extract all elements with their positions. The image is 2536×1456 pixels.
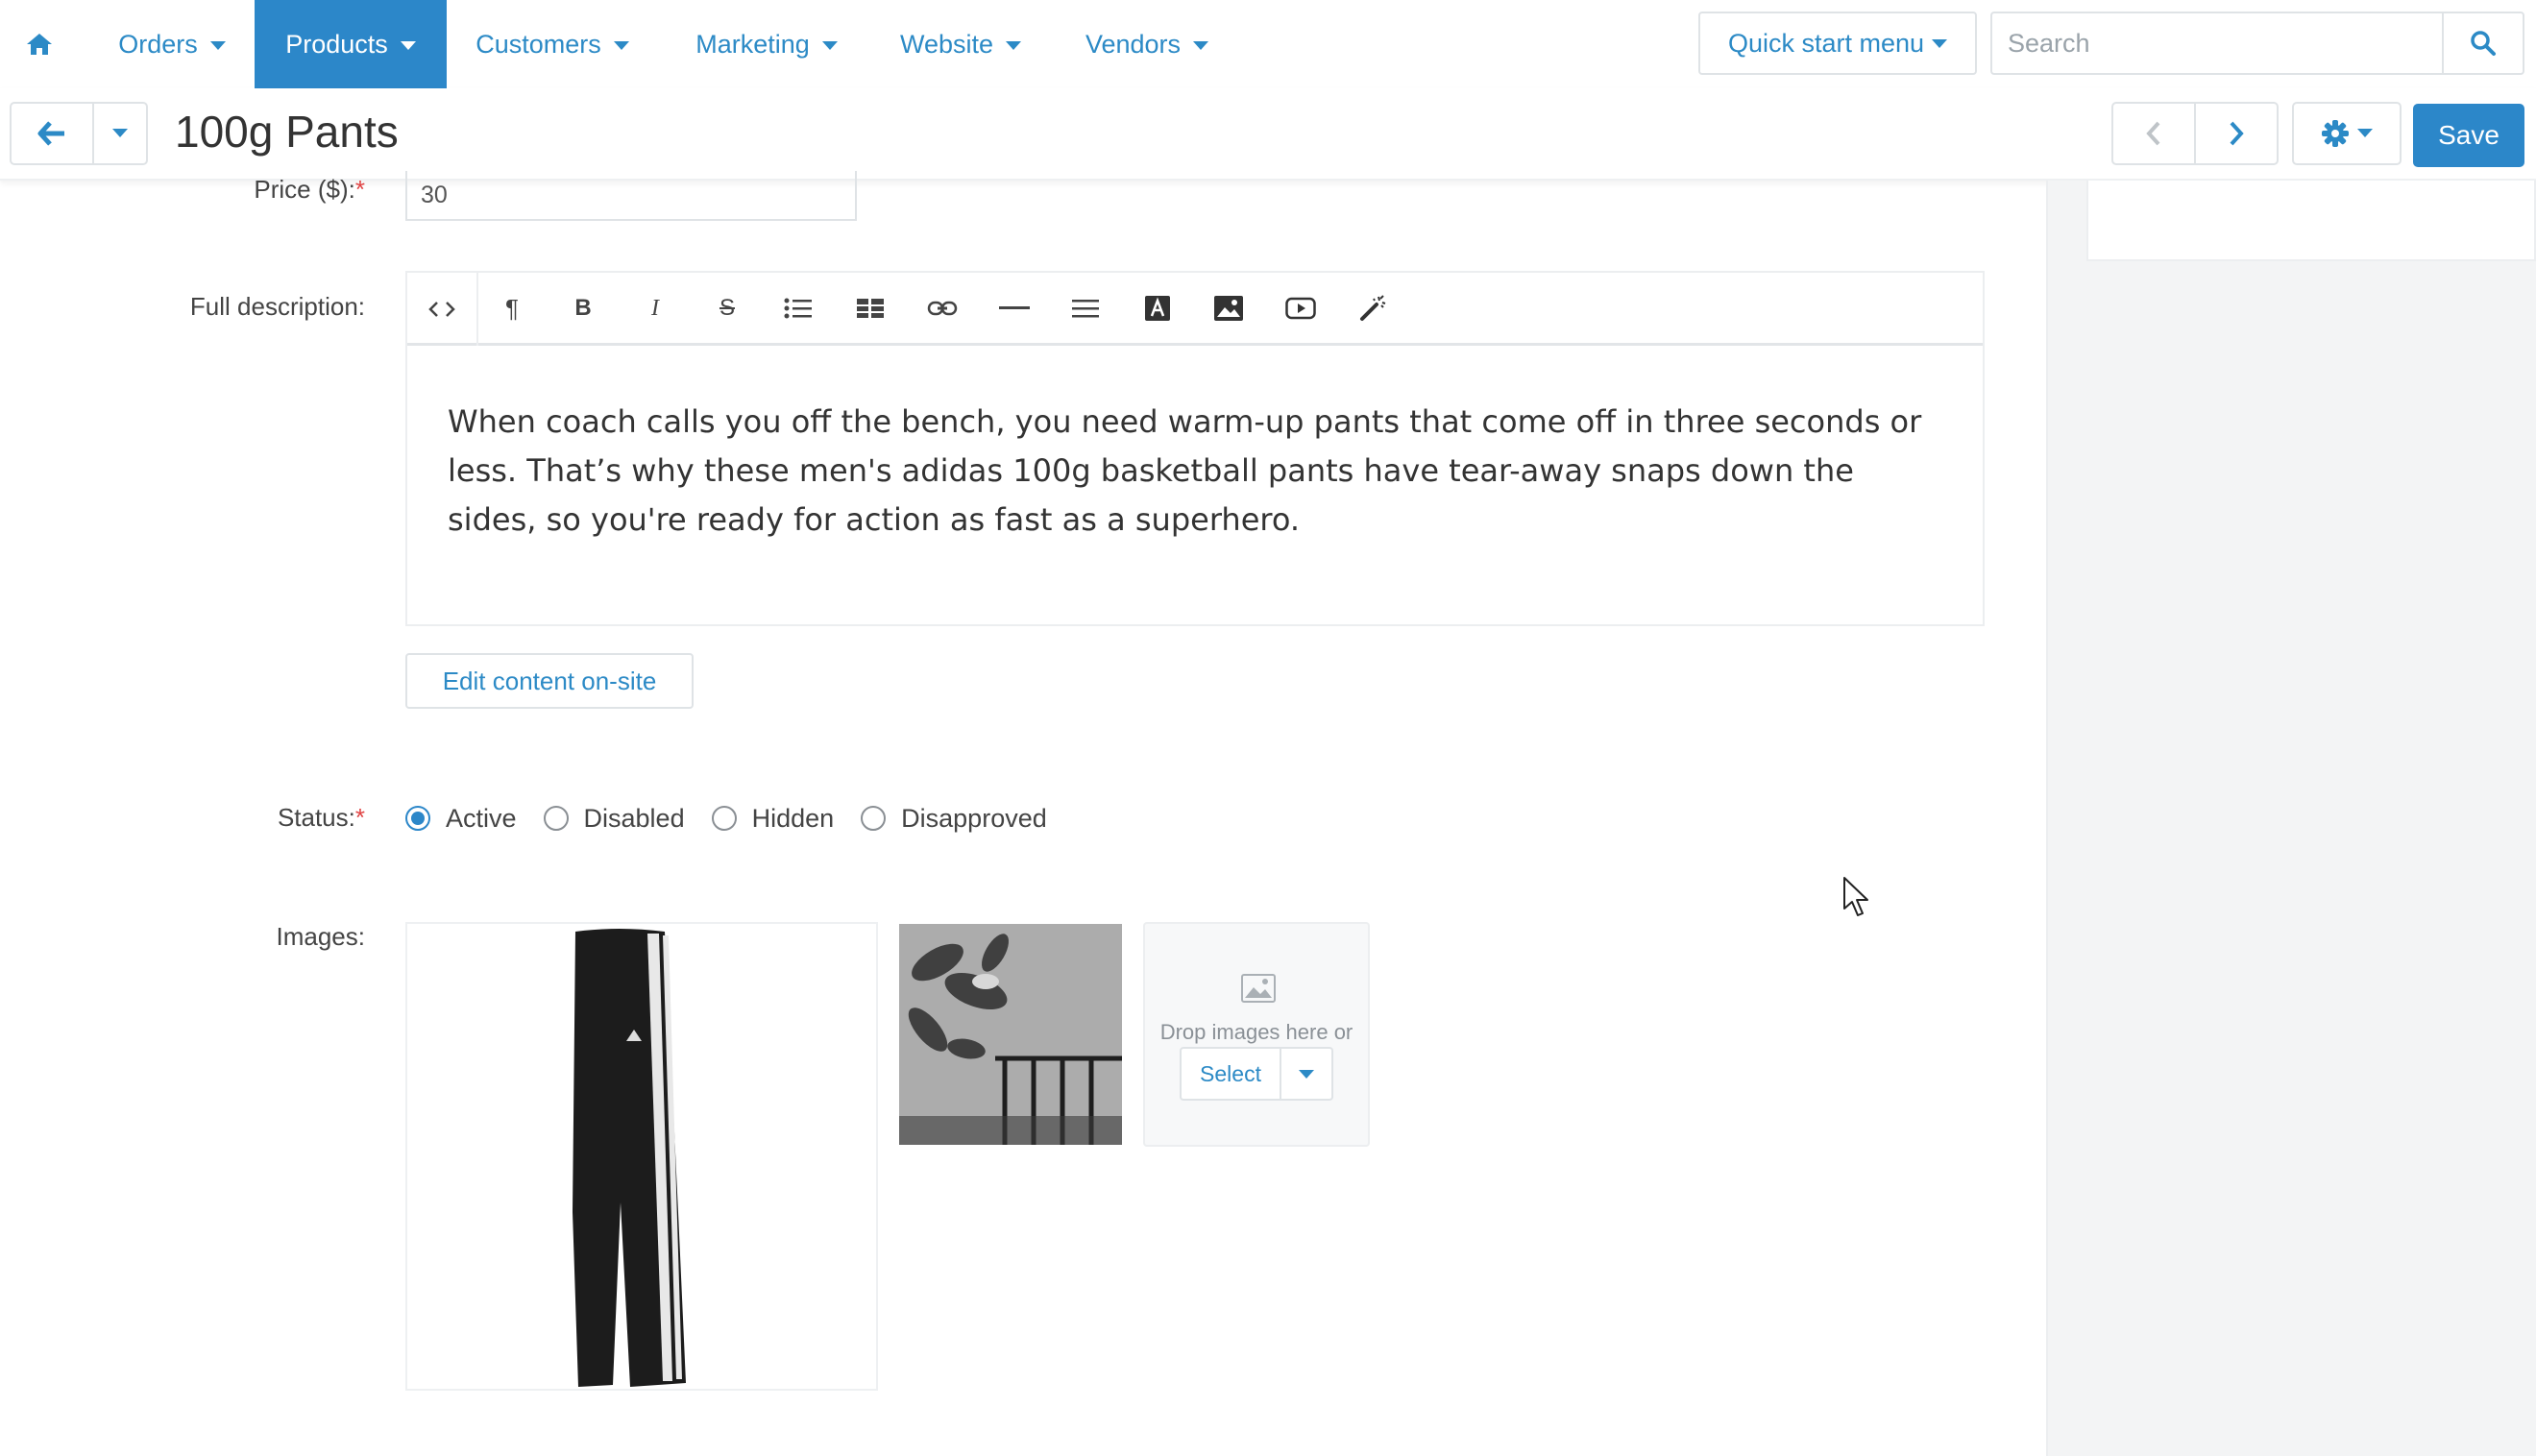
image-dropzone[interactable]: Drop images here or Select — [1143, 922, 1370, 1147]
required-mark: * — [354, 803, 365, 832]
gear-icon — [2322, 120, 2349, 147]
nav-orders-label: Orders — [118, 29, 198, 59]
nav-website-label: Website — [899, 29, 994, 59]
chevron-down-icon — [821, 41, 838, 50]
nav-customers-label: Customers — [476, 29, 601, 59]
chevron-down-icon — [209, 41, 226, 50]
nav-marketing-label: Marketing — [695, 29, 810, 59]
chevron-down-icon — [400, 41, 416, 50]
product-image-plant-photo[interactable] — [899, 924, 1122, 1145]
font-color-icon[interactable] — [1130, 280, 1185, 336]
search-button[interactable] — [2442, 12, 2524, 75]
nav-products[interactable]: Products — [255, 0, 447, 88]
settings-menu-button[interactable] — [2292, 102, 2402, 165]
chevron-left-icon — [2146, 121, 2160, 146]
edit-content-onsite-button[interactable]: Edit content on-site — [405, 653, 694, 709]
radio-button[interactable] — [861, 806, 887, 831]
search-input[interactable]: Search — [1990, 12, 2442, 75]
save-button[interactable]: Save — [2413, 104, 2524, 167]
price-label: Price ($):* — [173, 175, 365, 205]
app: Orders Products Customers Marketing Webs… — [0, 0, 2536, 1456]
mouse-cursor-icon — [1843, 877, 1868, 916]
radio-button-selected[interactable] — [405, 806, 430, 831]
status-option-hidden[interactable]: Hidden — [711, 803, 835, 834]
status-option-active[interactable]: Active — [405, 804, 517, 834]
previous-item-button[interactable] — [2111, 102, 2196, 165]
align-icon[interactable] — [1058, 280, 1113, 336]
price-input[interactable]: 30 — [405, 171, 857, 221]
chevron-down-icon — [1006, 41, 1022, 50]
search-placeholder: Search — [2008, 28, 2090, 58]
status-label: Status:* — [173, 803, 365, 833]
top-navigation: Orders Products Customers Marketing Webs… — [0, 0, 2536, 88]
required-mark: * — [354, 175, 365, 204]
chevron-down-icon — [2357, 129, 2373, 137]
sidebar-card — [2086, 181, 2536, 261]
next-item-button[interactable] — [2194, 102, 2279, 165]
code-view-icon[interactable] — [407, 273, 478, 346]
status-option-label: Hidden — [751, 803, 835, 833]
back-button[interactable] — [10, 102, 94, 165]
chevron-down-icon — [112, 129, 128, 137]
status-option-disabled[interactable]: Disabled — [543, 803, 685, 834]
link-icon[interactable] — [914, 280, 970, 336]
magic-wand-icon[interactable] — [1345, 280, 1401, 336]
image-icon[interactable] — [1201, 280, 1256, 336]
search-icon — [2471, 31, 2496, 56]
nav-marketing[interactable]: Marketing — [678, 0, 855, 88]
nav-products-label: Products — [285, 29, 388, 59]
strikethrough-icon[interactable]: S — [699, 280, 755, 336]
quick-start-menu-button[interactable]: Quick start menu — [1698, 12, 1977, 75]
select-images-button[interactable]: Select — [1180, 1047, 1281, 1101]
status-radio-group: Active Disabled Hidden Disapproved — [405, 797, 1074, 839]
price-value: 30 — [421, 181, 448, 208]
video-icon[interactable] — [1273, 280, 1329, 336]
home-icon[interactable] — [0, 0, 79, 88]
status-option-disapproved[interactable]: Disapproved — [861, 804, 1047, 834]
select-images-dropdown-button[interactable] — [1281, 1047, 1333, 1101]
image-placeholder-icon — [1241, 974, 1276, 1003]
status-option-label: Disapproved — [901, 803, 1047, 833]
nav-customers[interactable]: Customers — [465, 0, 640, 88]
drop-images-text: Drop images here or — [1159, 1020, 1353, 1044]
bold-icon[interactable]: B — [555, 280, 611, 336]
rich-text-editor: ¶ B I S When coach calls you off the ben… — [405, 271, 1985, 626]
full-description-label: Full description: — [189, 292, 365, 321]
editor-toolbar: ¶ B I S — [407, 273, 1983, 346]
horizontal-rule-icon[interactable] — [987, 280, 1042, 336]
table-icon[interactable] — [842, 280, 898, 336]
unordered-list-icon[interactable] — [770, 280, 826, 336]
page-header-bar: 100g Pants Save — [0, 88, 2536, 181]
nav-website[interactable]: Website — [888, 0, 1034, 88]
right-sidebar — [2046, 181, 2536, 1456]
radio-button[interactable] — [543, 806, 569, 831]
chevron-right-icon — [2230, 121, 2244, 146]
price-label-text: Price ($): — [254, 175, 355, 204]
page-title: 100g Pants — [175, 107, 399, 157]
status-label-text: Status: — [277, 803, 355, 832]
chevron-down-icon — [1193, 41, 1209, 50]
chevron-down-icon — [1299, 1069, 1314, 1079]
nav-vendors-label: Vendors — [1085, 29, 1182, 59]
images-label: Images: — [276, 922, 366, 951]
italic-icon[interactable]: I — [627, 280, 683, 336]
radio-button[interactable] — [711, 806, 737, 831]
nav-orders[interactable]: Orders — [100, 0, 244, 88]
chevron-down-icon — [613, 41, 629, 50]
status-option-label: Disabled — [583, 803, 685, 833]
quick-start-label: Quick start menu — [1727, 28, 1925, 58]
back-dropdown-button[interactable] — [92, 102, 148, 165]
arrow-left-icon — [37, 121, 64, 146]
chevron-down-icon — [1932, 38, 1948, 48]
status-option-label: Active — [446, 803, 517, 833]
description-text[interactable]: When coach calls you off the bench, you … — [448, 398, 1946, 545]
product-image-pants[interactable] — [405, 922, 878, 1391]
nav-vendors[interactable]: Vendors — [1074, 0, 1220, 88]
paragraph-icon[interactable]: ¶ — [484, 280, 540, 336]
